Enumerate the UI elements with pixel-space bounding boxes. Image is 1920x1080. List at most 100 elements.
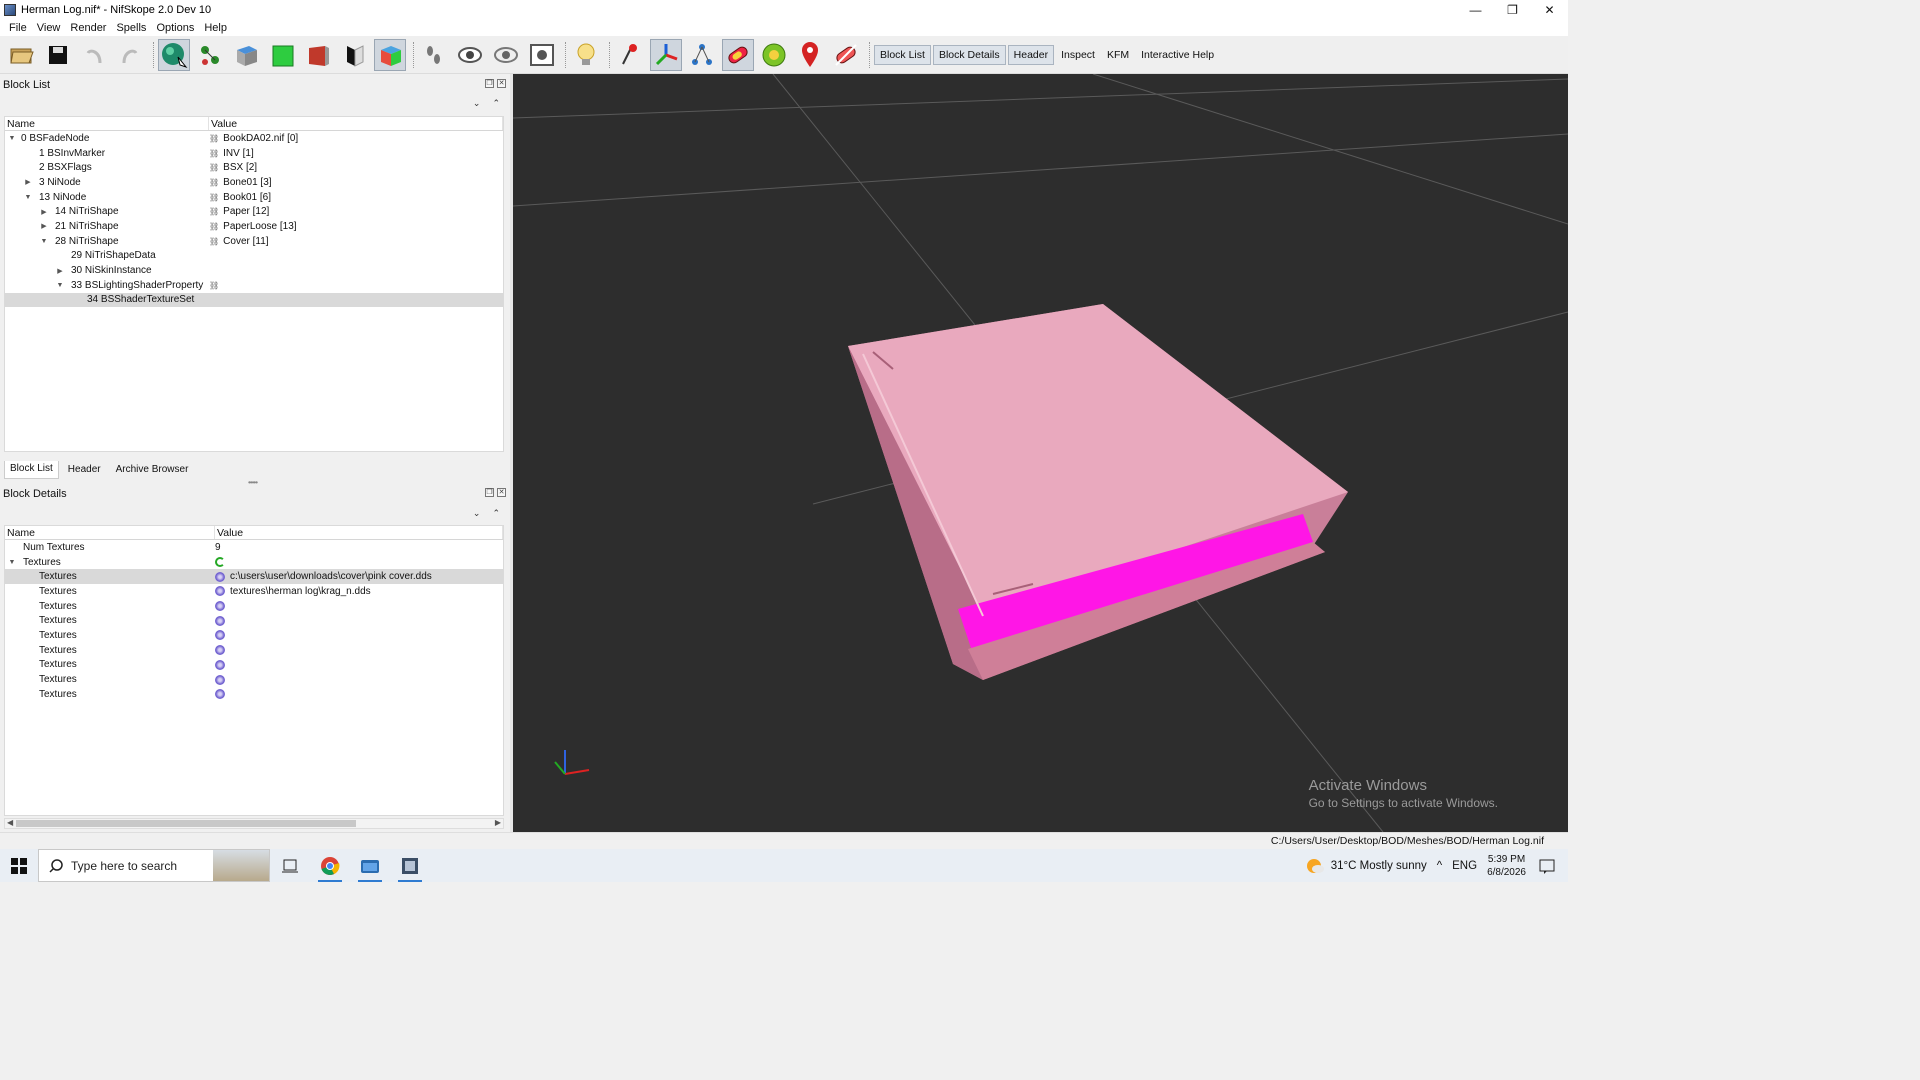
view-perspective-button[interactable] [374,38,406,71]
notifications-icon[interactable] [1538,858,1556,874]
taskbar-search[interactable]: Type here to search [38,849,270,882]
texture-icon[interactable] [215,674,225,685]
show-selected-button[interactable] [490,39,522,71]
3d-viewport[interactable]: Activate Windows Go to Settings to activ… [513,74,1568,832]
expand-all-icon[interactable]: ⌄ [473,508,481,519]
texture-icon[interactable] [215,630,225,641]
detail-row-num-textures[interactable]: Num Textures 9 [5,540,503,555]
lighting-button[interactable] [570,39,602,71]
tree-row[interactable]: ▶ 14 NiTriShape ⛓ Paper [12] [5,204,503,219]
expanded-arrow-icon[interactable]: ▼ [39,238,49,245]
toggle-header[interactable]: Header [1007,44,1055,65]
texture-icon[interactable] [215,601,225,612]
collapsed-arrow-icon[interactable]: ▶ [39,208,49,216]
collapse-all-icon[interactable]: ⌃ [492,98,500,109]
column-name[interactable]: Name [5,526,215,539]
collapsed-arrow-icon[interactable]: ▶ [39,222,49,230]
menu-spells[interactable]: Spells [111,22,151,34]
block-details-tree[interactable]: Name Value Num Textures 9 ▼ Textures Text… [4,525,504,816]
expanded-arrow-icon[interactable]: ▼ [7,559,17,566]
menu-file[interactable]: File [4,22,32,34]
tray-overflow-icon[interactable]: ^ [1437,860,1442,872]
menu-options[interactable]: Options [151,22,199,34]
menu-render[interactable]: Render [65,22,111,34]
show-hidden-button[interactable] [454,39,486,71]
detail-row-textures-group[interactable]: ▼ Textures [5,555,503,570]
show-axes-button[interactable] [614,39,646,71]
detail-row-texture[interactable]: Textures textures\herman log\krag_n.dds [5,584,503,599]
collapsed-arrow-icon[interactable]: ▶ [23,178,33,186]
tree-row[interactable]: ▶ 3 NiNode ⛓ Bone01 [3] [5,175,503,190]
detail-row-texture[interactable]: Textures [5,628,503,643]
save-button[interactable] [42,39,74,71]
refresh-icon[interactable] [215,557,225,568]
toggle-block-details[interactable]: Block Details [932,44,1006,65]
tree-row[interactable]: 29 NiTriShapeData [5,249,503,264]
toggle-interactive-help[interactable]: Interactive Help [1136,46,1219,64]
show-skeleton-button[interactable] [686,39,718,71]
detail-row-texture[interactable]: Textures [5,613,503,628]
collapsed-arrow-icon[interactable]: ▶ [55,267,65,275]
show-constraints-button[interactable] [758,39,790,71]
detail-row-texture[interactable]: Textures [5,658,503,673]
clock[interactable]: 5:39 PM 6/8/2026 [1487,853,1526,879]
weather-text[interactable]: 31°C Mostly sunny [1331,860,1427,872]
collapse-all-icon[interactable]: ⌃ [492,508,500,519]
menu-help[interactable]: Help [199,22,232,34]
toggle-kfm[interactable]: KFM [1102,46,1134,64]
taskbar-chrome[interactable] [310,849,350,882]
detail-row-texture[interactable]: Textures [5,599,503,614]
undo-button[interactable] [78,39,110,71]
view-user-button[interactable] [338,39,370,71]
scroll-left-icon[interactable]: ◀ [7,818,13,827]
tree-row[interactable]: 1 BSInvMarker ⛓ INV [1] [5,146,503,161]
select-object-button[interactable] [158,38,190,71]
taskbar-nifskope[interactable] [390,849,430,882]
restore-button[interactable]: ❐ [1494,0,1531,19]
view-front-button[interactable] [266,39,298,71]
show-collision-button[interactable] [722,38,754,71]
close-icon[interactable]: ✕ [497,488,506,497]
view-side-button[interactable] [302,39,334,71]
hide-collision-button[interactable] [830,39,862,71]
tab-header[interactable]: Header [62,461,107,479]
detail-row-texture[interactable]: Textures [5,643,503,658]
close-icon[interactable]: ✕ [497,79,506,88]
column-value[interactable]: Value [209,117,503,130]
toggle-block-list[interactable]: Block List [874,44,931,65]
view-top-button[interactable] [230,39,262,71]
toggle-inspect[interactable]: Inspect [1056,46,1100,64]
detail-row-texture-selected[interactable]: Textures c:\users\user\downloads\cover\p… [5,569,503,585]
expanded-arrow-icon[interactable]: ▼ [55,282,65,289]
tree-row[interactable]: ▶ 21 NiTriShape ⛓ PaperLoose [13] [5,219,503,234]
task-view-button[interactable] [270,849,310,882]
screenshot-button[interactable] [526,39,558,71]
detail-row-texture[interactable]: Textures [5,687,503,702]
texture-icon[interactable] [215,659,225,670]
tab-archive-browser[interactable]: Archive Browser [110,461,195,479]
texture-icon[interactable] [215,615,225,626]
show-markers-button[interactable] [794,39,826,71]
select-vertex-button[interactable] [194,39,226,71]
horizontal-scrollbar[interactable]: ◀ ▶ [4,818,504,829]
walk-mode-button[interactable] [418,39,450,71]
tree-row[interactable]: 2 BSXFlags ⛓ BSX [2] [5,160,503,175]
texture-icon[interactable] [215,689,225,700]
expanded-arrow-icon[interactable]: ▼ [7,135,17,142]
tab-block-list[interactable]: Block List [4,461,59,479]
tree-row-selected[interactable]: 34 BSShaderTextureSet [5,292,503,308]
block-list-tree[interactable]: Name Value ▼ 0 BSFadeNode ⛓ BookDA02.nif [… [4,116,504,452]
redo-button[interactable] [114,39,146,71]
expand-all-icon[interactable]: ⌄ [473,98,481,109]
tree-row[interactable]: ▼ 33 BSLightingShaderProperty ⛓ [5,278,503,293]
texture-icon[interactable] [215,571,225,582]
open-button[interactable] [6,39,38,71]
start-button[interactable] [0,849,38,882]
expanded-arrow-icon[interactable]: ▼ [23,194,33,201]
column-value[interactable]: Value [215,526,503,539]
detail-row-texture[interactable]: Textures [5,672,503,687]
float-icon[interactable]: ❐ [485,488,494,497]
float-icon[interactable]: ❐ [485,79,494,88]
column-name[interactable]: Name [5,117,209,130]
texture-icon[interactable] [215,586,225,597]
